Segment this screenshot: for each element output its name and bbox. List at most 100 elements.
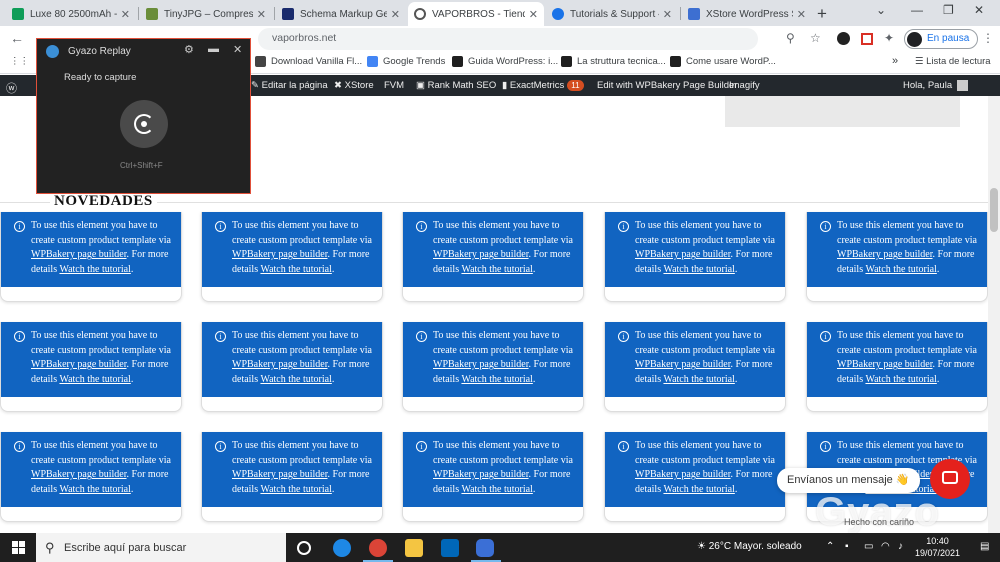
wpbakery-link[interactable]: WPBakery page builder (433, 249, 529, 260)
battery-icon[interactable]: ▭ (864, 541, 873, 552)
wpbakery-link[interactable]: WPBakery page builder (635, 359, 731, 370)
wordpress-icon[interactable]: ⓦ (6, 80, 17, 96)
wpbakery-link[interactable]: WPBakery page builder (433, 359, 529, 370)
adminbar-exactmetrics[interactable]: ▮ ExactMetrics 11 (502, 80, 584, 91)
wpbakery-link[interactable]: WPBakery page builder (232, 469, 328, 480)
close-icon[interactable]: ✕ (797, 8, 806, 21)
close-icon[interactable]: ✕ (663, 8, 672, 21)
tray-chevron-icon[interactable]: ⌃ (826, 541, 834, 552)
wpbakery-link[interactable]: WPBakery page builder (837, 249, 933, 260)
adminbar-wpbakery[interactable]: Edit with WPBakery Page Builder (597, 80, 737, 91)
taskbar-search[interactable]: ⚲ Escribe aquí para buscar (36, 533, 286, 562)
wpbakery-link[interactable]: WPBakery page builder (31, 359, 127, 370)
extension-icon[interactable] (861, 33, 873, 45)
tutorial-link[interactable]: Watch the tutorial (260, 264, 331, 275)
extension-icon[interactable] (837, 32, 850, 45)
menu-kebab-icon[interactable]: ⋮ (982, 31, 994, 45)
bookmark-item[interactable]: La struttura tecnica... (561, 56, 666, 67)
file-explorer-icon[interactable] (405, 539, 423, 557)
adminbar-edit-page[interactable]: ✎ Editar la página (251, 80, 328, 91)
new-tab-button[interactable]: + (817, 4, 827, 24)
tutorial-link[interactable]: Watch the tutorial (461, 374, 532, 385)
tutorial-link[interactable]: Watch the tutorial (59, 484, 130, 495)
wpbakery-link[interactable]: WPBakery page builder (31, 249, 127, 260)
address-bar[interactable]: vaporbros.net (258, 28, 758, 50)
more-bookmarks-icon[interactable]: » (892, 55, 898, 67)
weather-widget[interactable]: ☀ 26°C Mayor. soleado (697, 541, 802, 552)
reading-list-button[interactable]: ☰ Lista de lectura (915, 56, 991, 67)
bookmark-item[interactable]: Download Vanilla Fl... (255, 56, 362, 67)
minimize-button[interactable]: — (911, 3, 923, 17)
apps-icon[interactable]: ⋮⋮ (10, 56, 29, 67)
wpbakery-link[interactable]: WPBakery page builder (31, 469, 127, 480)
info-icon: i (14, 221, 25, 232)
wifi-icon[interactable]: ◠ (881, 541, 890, 552)
tab-1[interactable]: Luxe 80 2500mAh - Va ✕ (6, 2, 136, 26)
tutorial-link[interactable]: Watch the tutorial (663, 264, 734, 275)
tutorial-link[interactable]: Watch the tutorial (461, 484, 532, 495)
record-button[interactable] (120, 100, 168, 148)
windows-start-icon[interactable] (12, 541, 25, 554)
tab-3[interactable]: Schema Markup Gene ✕ (276, 2, 406, 26)
edge-icon[interactable] (333, 539, 351, 557)
close-icon[interactable]: ✕ (391, 8, 400, 21)
page-scrollbar[interactable] (988, 96, 1000, 533)
tutorial-link[interactable]: Watch the tutorial (260, 374, 331, 385)
tutorial-link[interactable]: Watch the tutorial (461, 264, 532, 275)
info-icon: i (215, 441, 226, 452)
adminbar-xstore[interactable]: ✖ XStore (334, 80, 374, 91)
bookmark-item[interactable]: Come usare WordP... (670, 56, 776, 67)
tutorial-link[interactable]: Watch the tutorial (865, 374, 936, 385)
notifications-icon[interactable]: ▤ (980, 541, 989, 552)
zoom-icon[interactable]: ⚲ (786, 31, 795, 45)
gyazo-taskbar-icon[interactable] (476, 539, 494, 557)
restore-button[interactable]: ❐ (943, 3, 954, 17)
bookmark-star-icon[interactable]: ☆ (810, 31, 821, 45)
minimize-icon[interactable]: ▬ (208, 43, 219, 55)
bookmark-item[interactable]: Guida WordPress: i... (452, 56, 558, 67)
taskbar-clock[interactable]: 10:40 19/07/2021 (915, 535, 960, 559)
close-icon[interactable]: ✕ (529, 8, 538, 21)
tutorial-link[interactable]: Watch the tutorial (59, 374, 130, 385)
tutorial-link[interactable]: Watch the tutorial (260, 484, 331, 495)
wpbakery-notice: i To use this element you have to create … (605, 432, 785, 507)
tab-5[interactable]: Tutorials & Support « ✕ (546, 2, 678, 26)
adminbar-account[interactable]: Hola, Paula (903, 80, 969, 91)
task-view-icon[interactable] (297, 541, 311, 555)
window-close-button[interactable]: ✕ (974, 3, 984, 17)
tab-6[interactable]: XStore WordPress Sup ✕ (682, 2, 812, 26)
close-icon[interactable]: ✕ (121, 8, 130, 21)
scrollbar-thumb[interactable] (990, 188, 998, 232)
wpbakery-link[interactable]: WPBakery page builder (635, 469, 731, 480)
tutorial-link[interactable]: Watch the tutorial (663, 484, 734, 495)
tutorial-link[interactable]: Watch the tutorial (663, 374, 734, 385)
tab-search-icon[interactable]: ⌄ (876, 3, 886, 17)
bookmark-item[interactable]: Google Trends (367, 56, 445, 67)
wpbakery-link[interactable]: WPBakery page builder (433, 469, 529, 480)
store-icon[interactable] (441, 539, 459, 557)
tray-app-icon[interactable]: ▪ (845, 541, 849, 552)
wpbakery-link[interactable]: WPBakery page builder (837, 359, 933, 370)
wpbakery-link[interactable]: WPBakery page builder (635, 249, 731, 260)
tab-2[interactable]: TinyJPG – Compress JP ✕ (140, 2, 272, 26)
tutorial-link[interactable]: Watch the tutorial (865, 264, 936, 275)
volume-icon[interactable]: ♪ (898, 541, 903, 552)
wpbakery-link[interactable]: WPBakery page builder (232, 359, 328, 370)
support-icon (552, 8, 564, 20)
close-icon[interactable]: ✕ (257, 8, 266, 21)
adminbar-fvm[interactable]: FVM (384, 80, 404, 91)
gear-icon[interactable]: ⚙ (184, 43, 194, 56)
adminbar-rank-math[interactable]: ▣ Rank Math SEO (416, 80, 496, 91)
tutorial-link[interactable]: Watch the tutorial (59, 264, 130, 275)
adminbar-imagify[interactable]: Imagify (729, 80, 760, 91)
chrome-icon[interactable] (369, 539, 387, 557)
wpbakery-notice: i To use this element you have to create … (1, 322, 181, 397)
back-button[interactable]: ← (10, 30, 24, 46)
product-card: i To use this element you have to create … (201, 432, 383, 522)
close-icon[interactable]: ✕ (233, 43, 242, 56)
wpbakery-link[interactable]: WPBakery page builder (232, 249, 328, 260)
tab-4-active[interactable]: VAPORBROS - Tienda ✕ (408, 2, 544, 26)
profile-button[interactable]: En pausa (904, 29, 979, 49)
product-card: i To use this element you have to create … (604, 212, 786, 302)
extensions-puzzle-icon[interactable]: ✦ (884, 31, 894, 45)
